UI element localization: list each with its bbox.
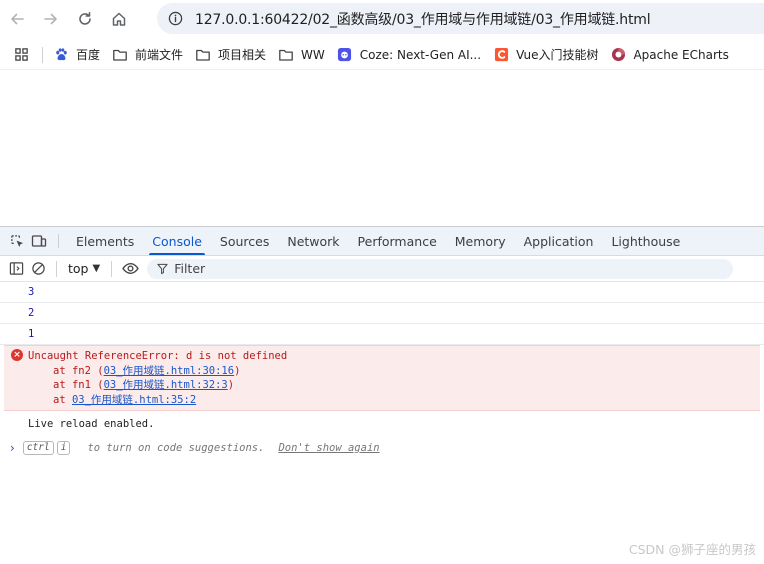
arrow-right-icon xyxy=(44,13,57,25)
code-suggestion-hint: to turn on code suggestions. xyxy=(87,442,265,454)
stack-prefix: at xyxy=(53,393,72,406)
eye-icon[interactable] xyxy=(119,258,141,280)
bookmark-label: 前端文件 xyxy=(135,48,184,62)
baidu-icon xyxy=(53,47,69,63)
bookmark-label: WW xyxy=(301,47,325,62)
bookmark-folder-ww[interactable]: WW xyxy=(278,47,325,63)
bookmark-coze[interactable]: Coze: Next-Gen AI... xyxy=(337,47,481,63)
folder-icon xyxy=(112,47,128,63)
source-link[interactable]: 03_作用域链.html:35:2 xyxy=(72,394,196,406)
bookmark-baidu[interactable]: 百度 xyxy=(53,46,100,63)
tab-network[interactable]: Network xyxy=(278,227,348,255)
bookmarks-bar: 百度 前端文件 项目相关 WW Coze: Next-Gen AI... Vue… xyxy=(0,40,764,70)
reload-icon xyxy=(79,12,91,25)
forward-button[interactable] xyxy=(34,2,68,36)
tab-console[interactable]: Console xyxy=(143,227,211,255)
folder-icon xyxy=(278,47,294,63)
devtools-tab-bar: Elements Console Sources Network Perform… xyxy=(0,227,764,256)
console-log-row: 1 xyxy=(0,324,764,345)
stack-prefix: at fn2 ( xyxy=(53,364,104,377)
browser-toolbar: 127.0.0.1:60422/02_函数高级/03_作用域与作用域链/03_作… xyxy=(0,0,764,38)
tab-sources[interactable]: Sources xyxy=(211,227,278,255)
echarts-icon xyxy=(610,47,626,63)
caret-down-icon: ▼ xyxy=(92,263,101,274)
toolbar-divider xyxy=(56,260,57,277)
page-viewport xyxy=(0,71,764,226)
error-message: Uncaught ReferenceError: d is not define… xyxy=(28,350,288,362)
clear-console-icon[interactable] xyxy=(27,258,49,280)
context-value: top xyxy=(68,261,89,276)
inspect-element-icon[interactable] xyxy=(6,227,28,255)
watermark: CSDN @狮子座的男孩 xyxy=(628,542,756,557)
stack-prefix: at fn1 ( xyxy=(53,379,104,391)
error-icon: × xyxy=(11,349,23,361)
bookmark-label: 项目相关 xyxy=(218,48,267,62)
shortcut-key-ctrl: ctrl xyxy=(22,441,54,455)
console-error-block: × Uncaught ReferenceError: d is not defi… xyxy=(4,345,760,411)
arrow-left-icon xyxy=(11,13,24,25)
tab-divider xyxy=(58,234,59,248)
csdn-icon xyxy=(493,47,509,63)
tab-performance[interactable]: Performance xyxy=(349,227,446,255)
console-toolbar: top ▼ Filter xyxy=(0,256,764,282)
console-log-row: 2 xyxy=(0,303,764,324)
url-text[interactable]: 127.0.0.1:60422/02_函数高级/03_作用域与作用域链/03_作… xyxy=(195,9,651,29)
home-button[interactable] xyxy=(102,2,136,36)
bookmark-label: Coze: Next-Gen AI... xyxy=(359,47,482,62)
toolbar-divider xyxy=(111,260,113,277)
shortcut-key-i: i xyxy=(56,441,71,455)
console-filter-input[interactable]: Filter xyxy=(147,258,734,279)
tab-memory[interactable]: Memory xyxy=(446,227,515,255)
filter-placeholder: Filter xyxy=(174,261,206,276)
dont-show-again-link[interactable]: Don't show again xyxy=(278,442,379,454)
console-log-row: 3 xyxy=(0,282,764,303)
context-selector[interactable]: top ▼ xyxy=(64,261,104,276)
stack-frame: at fn2 (03_作用域链.html:30:16) xyxy=(4,364,760,379)
source-link[interactable]: 03_作用域链.html:32:3 xyxy=(104,379,228,391)
folder-icon xyxy=(195,47,211,63)
console-prompt[interactable]: › ctrl i to turn on code suggestions. Do… xyxy=(0,437,764,459)
stack-suffix: ) xyxy=(227,379,235,391)
bookmarks-divider xyxy=(42,46,43,63)
back-button[interactable] xyxy=(0,2,34,36)
device-toggle-icon[interactable] xyxy=(28,227,50,255)
reload-button[interactable] xyxy=(68,2,102,36)
site-info-icon[interactable] xyxy=(167,11,183,27)
tab-lighthouse[interactable]: Lighthouse xyxy=(602,227,689,255)
bookmark-echarts[interactable]: Apache ECharts xyxy=(610,47,729,63)
bookmark-vue[interactable]: Vue入门技能树 xyxy=(493,46,598,63)
tab-application[interactable]: Application xyxy=(515,227,603,255)
console-info-row: Live reload enabled. xyxy=(28,418,155,430)
address-bar[interactable]: 127.0.0.1:60422/02_函数高级/03_作用域与作用域链/03_作… xyxy=(157,3,764,34)
devtools-panel: Elements Console Sources Network Perform… xyxy=(0,226,764,564)
console-output: 3 2 1 × Uncaught ReferenceError: d is no… xyxy=(0,282,764,459)
bookmark-label: Apache ECharts xyxy=(633,47,729,62)
bookmark-label: 百度 xyxy=(76,48,101,62)
apps-grid-icon[interactable] xyxy=(6,47,36,62)
bookmark-folder-projects[interactable]: 项目相关 xyxy=(195,46,266,63)
home-icon xyxy=(112,12,126,26)
bookmark-label: Vue入门技能树 xyxy=(516,48,599,62)
tab-elements[interactable]: Elements xyxy=(67,227,143,255)
stack-frame: at 03_作用域链.html:35:2 xyxy=(4,393,760,408)
prompt-chevron-icon: › xyxy=(10,441,15,455)
bookmark-folder-frontend[interactable]: 前端文件 xyxy=(112,46,183,63)
source-link[interactable]: 03_作用域链.html:30:16 xyxy=(104,365,235,377)
stack-frame: at fn1 (03_作用域链.html:32:3) xyxy=(4,378,760,393)
sidebar-toggle-icon[interactable] xyxy=(5,258,27,280)
filter-icon xyxy=(156,263,168,275)
stack-suffix: ) xyxy=(234,364,241,377)
coze-icon xyxy=(337,47,353,63)
